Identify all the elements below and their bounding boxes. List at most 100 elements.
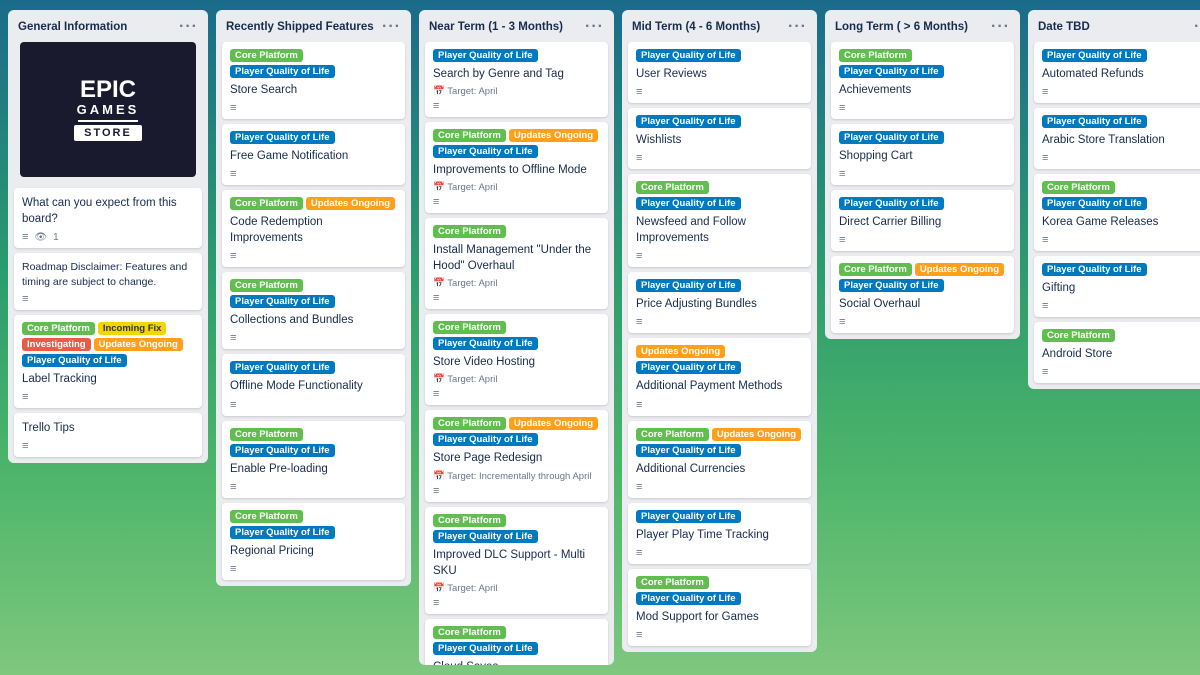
- tag-core: Core Platform: [839, 263, 912, 276]
- tag-updates: Updates Ongoing: [509, 129, 598, 142]
- card-date-tbd-0[interactable]: Player Quality of LifeAutomated Refunds≡: [1034, 42, 1200, 103]
- card-meta: ≡: [230, 102, 397, 114]
- card-mid-term-6[interactable]: Player Quality of LifePlayer Play Time T…: [628, 503, 811, 564]
- column-menu-button[interactable]: ···: [585, 18, 604, 36]
- tag-core: Core Platform: [636, 428, 709, 441]
- card-title: Cloud Saves: [433, 659, 600, 665]
- column-recently-shipped: Recently Shipped Features···Core Platfor…: [216, 10, 411, 586]
- tag-core: Core Platform: [433, 129, 506, 142]
- card-mid-term-5[interactable]: Core PlatformUpdates OngoingPlayer Quali…: [628, 421, 811, 498]
- card-tags: Player Quality of Life: [433, 49, 600, 62]
- card-tags: Core PlatformUpdates OngoingPlayer Quali…: [433, 129, 600, 158]
- card-meta: ≡: [433, 388, 600, 400]
- card-tags: Player Quality of Life: [636, 510, 803, 523]
- card-title: Shopping Cart: [839, 148, 1006, 164]
- card-recently-shipped-4[interactable]: Player Quality of LifeOffline Mode Funct…: [222, 354, 405, 415]
- card-meta: ≡: [636, 399, 803, 411]
- card-long-term-1[interactable]: Player Quality of LifeShopping Cart≡: [831, 124, 1014, 185]
- card-long-term-3[interactable]: Core PlatformUpdates OngoingPlayer Quali…: [831, 256, 1014, 333]
- card-near-term-6[interactable]: Core PlatformPlayer Quality of LifeCloud…: [425, 619, 608, 665]
- tag-updates: Updates Ongoing: [306, 197, 395, 210]
- tag-player: Player Quality of Life: [230, 131, 335, 144]
- card-near-term-1[interactable]: Core PlatformUpdates OngoingPlayer Quali…: [425, 122, 608, 213]
- card-meta: ≡: [230, 481, 397, 493]
- column-body-date-tbd: Player Quality of LifeAutomated Refunds≡…: [1028, 42, 1200, 389]
- lines-icon: ≡: [636, 86, 642, 98]
- card-tags: Player Quality of Life: [636, 49, 803, 62]
- lines-icon: ≡: [839, 168, 845, 180]
- card-tags: Player Quality of Life: [230, 361, 397, 374]
- watch-icon: 👁: [34, 232, 47, 243]
- lines-icon: ≡: [230, 332, 236, 344]
- column-menu-button[interactable]: ···: [991, 18, 1010, 36]
- card-date-tbd-4[interactable]: Core PlatformAndroid Store≡: [1034, 322, 1200, 383]
- general-info-card-1[interactable]: What can you expect from this board? ≡👁 …: [14, 188, 202, 248]
- card-mid-term-7[interactable]: Core PlatformPlayer Quality of LifeMod S…: [628, 569, 811, 646]
- column-menu-button[interactable]: ···: [1194, 18, 1200, 36]
- card-mid-term-4[interactable]: Updates OngoingPlayer Quality of LifeAdd…: [628, 338, 811, 415]
- card-meta: ≡: [636, 316, 803, 328]
- card-meta: ≡👁 1: [22, 231, 194, 243]
- label-tracking-card[interactable]: Core PlatformIncoming FixInvestigatingUp…: [14, 315, 202, 408]
- card-meta: ≡: [1042, 234, 1200, 246]
- card-date-tbd-1[interactable]: Player Quality of LifeArabic Store Trans…: [1034, 108, 1200, 169]
- card-near-term-3[interactable]: Core PlatformPlayer Quality of LifeStore…: [425, 314, 608, 405]
- card-near-term-4[interactable]: Core PlatformUpdates OngoingPlayer Quali…: [425, 410, 608, 501]
- tag-core: Core Platform: [636, 576, 709, 589]
- card-tags: Core PlatformPlayer Quality of Life: [433, 321, 600, 350]
- card-mid-term-1[interactable]: Player Quality of LifeWishlists≡: [628, 108, 811, 169]
- card-target: 📅 Target: April: [433, 182, 600, 193]
- tag-player: Player Quality of Life: [230, 361, 335, 374]
- tag-player: Player Quality of Life: [636, 279, 741, 292]
- card-near-term-2[interactable]: Core PlatformInstall Management "Under t…: [425, 218, 608, 309]
- card-mid-term-0[interactable]: Player Quality of LifeUser Reviews≡: [628, 42, 811, 103]
- tag-player: Player Quality of Life: [1042, 197, 1147, 210]
- disclaimer-card[interactable]: Roadmap Disclaimer: Features and timing …: [14, 253, 202, 309]
- column-long-term: Long Term ( > 6 Months)···Core PlatformP…: [825, 10, 1020, 339]
- tag-core: Core Platform: [230, 510, 303, 523]
- card-near-term-5[interactable]: Core PlatformPlayer Quality of LifeImpro…: [425, 507, 608, 614]
- card-recently-shipped-1[interactable]: Player Quality of LifeFree Game Notifica…: [222, 124, 405, 185]
- card-date-tbd-3[interactable]: Player Quality of LifeGifting≡: [1034, 256, 1200, 317]
- card-tags: Core PlatformPlayer Quality of Life: [839, 49, 1006, 78]
- card-recently-shipped-6[interactable]: Core PlatformPlayer Quality of LifeRegio…: [222, 503, 405, 580]
- trello-tips-card[interactable]: Trello Tips ≡: [14, 413, 202, 457]
- card-meta: ≡: [230, 563, 397, 575]
- tag-core: Core Platform: [839, 49, 912, 62]
- lines-icon: ≡: [230, 102, 236, 114]
- card-recently-shipped-0[interactable]: Core PlatformPlayer Quality of LifeStore…: [222, 42, 405, 119]
- column-body-mid-term: Player Quality of LifeUser Reviews≡Playe…: [622, 42, 817, 652]
- card-target: 📅 Target: Incrementally through April: [433, 471, 600, 482]
- column-title-long-term: Long Term ( > 6 Months): [835, 21, 991, 33]
- card-title: Newsfeed and Follow Improvements: [636, 214, 803, 246]
- card-recently-shipped-2[interactable]: Core PlatformUpdates OngoingCode Redempt…: [222, 190, 405, 267]
- lines-icon: ≡: [839, 102, 845, 114]
- tag-player: Player Quality of Life: [433, 49, 538, 62]
- column-menu-button[interactable]: ···: [382, 18, 401, 36]
- card-date-tbd-2[interactable]: Core PlatformPlayer Quality of LifeKorea…: [1034, 174, 1200, 251]
- card-near-term-0[interactable]: Player Quality of LifeSearch by Genre an…: [425, 42, 608, 117]
- tag-core: Core Platform: [433, 321, 506, 334]
- card-long-term-2[interactable]: Player Quality of LifeDirect Carrier Bil…: [831, 190, 1014, 251]
- card-meta: ≡: [433, 597, 600, 609]
- tag-player: Player Quality of Life: [1042, 49, 1147, 62]
- column-menu-button[interactable]: ···: [179, 18, 198, 36]
- tag-player: Player Quality of Life: [230, 526, 335, 539]
- lines-icon: ≡: [636, 481, 642, 493]
- card-meta: ≡: [1042, 152, 1200, 164]
- column-menu-button[interactable]: ···: [788, 18, 807, 36]
- card-recently-shipped-5[interactable]: Core PlatformPlayer Quality of LifeEnabl…: [222, 421, 405, 498]
- card-mid-term-3[interactable]: Player Quality of LifePrice Adjusting Bu…: [628, 272, 811, 333]
- card-title: Direct Carrier Billing: [839, 214, 1006, 230]
- card-title: Label Tracking: [22, 371, 194, 387]
- tag-player: Player Quality of Life: [230, 295, 335, 308]
- card-recently-shipped-3[interactable]: Core PlatformPlayer Quality of LifeColle…: [222, 272, 405, 349]
- card-mid-term-2[interactable]: Core PlatformPlayer Quality of LifeNewsf…: [628, 174, 811, 267]
- tag-updates: Updates Ongoing: [915, 263, 1004, 276]
- card-meta: ≡: [22, 293, 194, 305]
- card-tags: Core Platform: [1042, 329, 1200, 342]
- lines-icon: ≡: [230, 250, 236, 262]
- card-long-term-0[interactable]: Core PlatformPlayer Quality of LifeAchie…: [831, 42, 1014, 119]
- lines-icon: ≡: [1042, 234, 1048, 246]
- card-target: 📅 Target: April: [433, 374, 600, 385]
